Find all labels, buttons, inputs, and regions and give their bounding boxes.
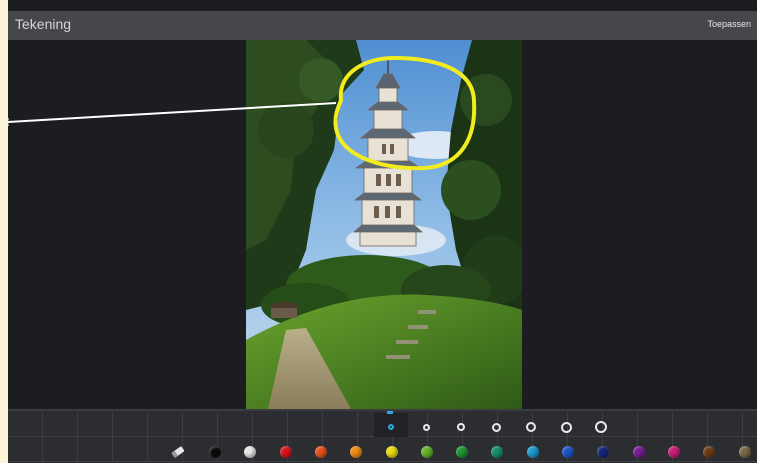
drawing-app: Tekening Toepassen [8,0,757,463]
color-swatch-red[interactable] [279,446,292,458]
page-title: Tekening [15,16,72,32]
brush-size-1-button[interactable] [388,424,394,430]
toolbar-cell [43,412,78,437]
toolbar-cell [253,412,288,437]
color-swatch-orange-red[interactable] [314,446,327,458]
toolbar-cell [148,412,183,437]
color-swatch-khaki[interactable] [738,446,751,458]
brush-size-2-button[interactable] [422,423,430,431]
header-bar: Tekening Toepassen [8,11,757,40]
toolbar-cell [603,412,638,437]
apply-button[interactable]: Toepassen [707,19,751,29]
toolbar-cell [183,412,218,437]
toolbar-cell [43,437,78,462]
toolbar-cell [8,412,43,437]
toolbar-cell [288,412,323,437]
brush-size-7-button[interactable] [595,421,607,433]
color-swatch-blue[interactable] [562,446,574,458]
toolbar-cell [8,437,43,462]
color-swatch-purple[interactable] [632,446,645,458]
drawing-canvas[interactable] [8,40,757,446]
toolbar-cell [743,412,757,437]
toolbar-cell [673,412,708,437]
toolbar-cell [708,412,743,437]
toolbar-cell [113,437,148,462]
brush-selected-marker [387,411,393,414]
eraser-icon[interactable] [170,445,186,459]
toolbar-cell [78,412,113,437]
color-swatch-yellow[interactable] [385,446,398,458]
color-swatch-light-green[interactable] [420,446,433,458]
toolbar-cell [638,412,673,437]
toolbar-cell [323,412,358,437]
color-swatch-black[interactable] [209,446,221,458]
color-swatch-green[interactable] [456,446,469,458]
toolbar-cell [78,437,113,462]
brush-size-6-button[interactable] [560,421,572,433]
color-swatch-magenta[interactable] [667,446,680,458]
toolbar-cell [113,412,148,437]
drawing-toolbar [8,409,757,463]
brush-size-5-button[interactable] [526,422,536,432]
drawn-line [8,102,337,126]
brush-size-3-button[interactable] [457,423,465,431]
brush-size-4-button[interactable] [491,422,501,432]
toolbar-cell [218,412,253,437]
color-swatch-light-blue[interactable] [526,446,539,458]
